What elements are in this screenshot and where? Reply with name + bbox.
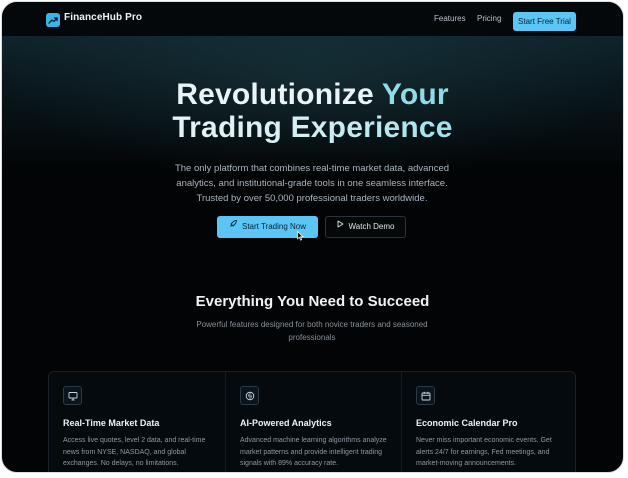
features-section-subtitle: Powerful features designed for both novi… <box>196 320 428 342</box>
hero-title-line-1: Revolutionize Your <box>2 78 623 112</box>
rocket-icon <box>229 215 237 237</box>
watch-demo-label: Watch Demo <box>348 222 395 232</box>
features-section-title: Everything You Need to Succeed <box>195 293 430 310</box>
feature-card-ai-analytics: AI-Powered Analytics Advanced machine le… <box>225 372 402 472</box>
monitor-icon <box>63 386 82 405</box>
hero-title-line-2: Trading Experience <box>2 111 623 145</box>
feature-card-market-data: Real-Time Market Data Access live quotes… <box>49 372 225 472</box>
mouse-cursor-icon <box>297 228 304 246</box>
feature-title: AI-Powered Analytics <box>240 418 332 428</box>
feature-title: Economic Calendar Pro <box>416 418 518 428</box>
brain-icon <box>240 386 259 405</box>
nav-link-pricing[interactable]: Pricing <box>477 14 501 23</box>
hero-subtitle: The only platform that combines real-tim… <box>174 163 450 204</box>
features-card-grid: Real-Time Market Data Access live quotes… <box>48 371 576 472</box>
calendar-icon <box>416 386 435 405</box>
start-free-trial-button[interactable]: Start Free Trial <box>513 12 576 31</box>
feature-description: Access live quotes, level 2 data, and re… <box>63 437 206 467</box>
feature-description: Advanced machine learning algorithms ana… <box>240 437 387 467</box>
hero-title-word: Revolutionize <box>176 78 374 111</box>
trending-up-icon[interactable] <box>46 13 60 27</box>
feature-description: Never miss important economic events. Ge… <box>416 437 552 467</box>
app-window: FinanceHub Pro Features Pricing Start Fr… <box>1 1 624 473</box>
play-icon <box>337 216 344 236</box>
hero-title-accent: Your <box>381 78 449 111</box>
brand-name[interactable]: FinanceHub Pro <box>64 12 142 23</box>
watch-demo-button[interactable]: Watch Demo <box>325 216 406 238</box>
hero-title-gradient: Trading Experience <box>172 111 453 144</box>
feature-card-economic-calendar: Economic Calendar Pro Never miss importa… <box>401 372 575 472</box>
top-nav: FinanceHub Pro Features Pricing Start Fr… <box>2 2 623 37</box>
nav-link-features[interactable]: Features <box>434 14 466 23</box>
feature-title: Real-Time Market Data <box>63 418 160 428</box>
